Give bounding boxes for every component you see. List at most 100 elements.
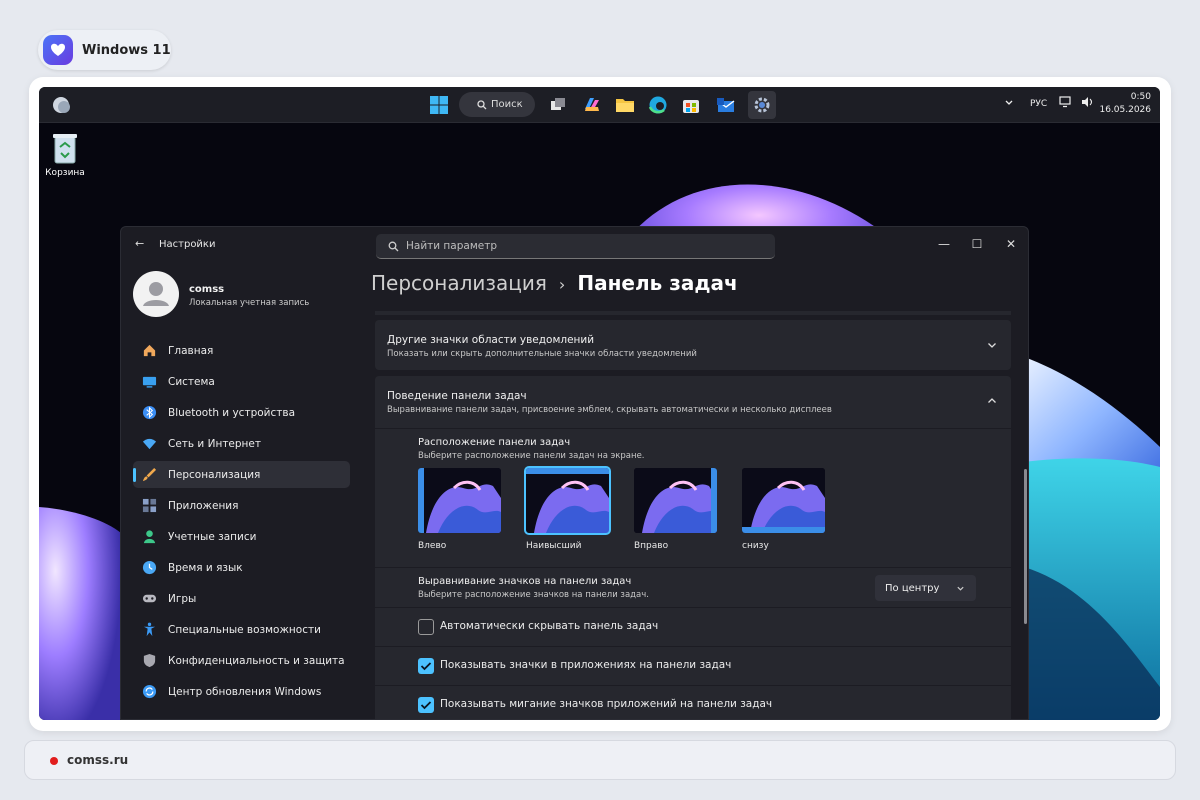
volume-icon[interactable] (1081, 96, 1095, 111)
taskbar-search[interactable]: Поиск (459, 92, 535, 117)
settings-search-placeholder: Найти параметр (406, 240, 497, 252)
checkmark-icon (420, 662, 432, 671)
chevron-up-icon[interactable] (987, 396, 997, 406)
weather-icon[interactable] (49, 93, 73, 117)
apps-icon (141, 498, 157, 514)
location-option-left[interactable] (418, 468, 501, 533)
sidebar-item-label: Центр обновления Windows (168, 685, 322, 698)
checkbox-3[interactable] (418, 697, 434, 713)
network-monitor-icon[interactable] (1059, 96, 1073, 111)
sidebar-item-label: Персонализация (168, 468, 261, 481)
edge-browser-icon[interactable] (646, 93, 670, 117)
clock-time: 0:50 (1130, 92, 1151, 102)
settings-gear-icon[interactable] (748, 91, 776, 119)
sidebar-item-label: Приложения (168, 499, 239, 512)
other-tray-icons-panel[interactable]: Другие значки области уведомлений Показа… (375, 320, 1011, 370)
update-icon (141, 684, 157, 700)
start-windows-icon[interactable] (427, 93, 451, 117)
recycle-bin-shortcut[interactable]: Корзина (45, 131, 85, 178)
divider (375, 685, 1011, 686)
desktop-screen: Поиск РУС 0:50 16.05.2026 Корзина ← Наст… (39, 87, 1160, 720)
accessibility-icon (141, 622, 157, 638)
alignment-value: По центру (885, 582, 940, 594)
recycle-bin-icon (53, 134, 77, 164)
status-dot (50, 757, 58, 765)
minimize-button[interactable]: — (931, 232, 957, 256)
location-option-top[interactable] (524, 466, 611, 535)
divider (375, 646, 1011, 647)
sidebar-item-label: Система (168, 375, 215, 388)
tray-chevron-up-icon[interactable] (1004, 97, 1014, 110)
settings-search-input[interactable]: Найти параметр (376, 234, 775, 259)
home-icon (141, 343, 157, 359)
sidebar-item-5[interactable]: Персонализация (133, 461, 350, 488)
file-explorer-icon[interactable] (613, 93, 637, 117)
sidebar-item-11[interactable]: Конфиденциальность и защита (133, 647, 350, 674)
location-option-bottom[interactable] (742, 468, 825, 533)
language-indicator[interactable]: РУС (1030, 99, 1047, 109)
gamepad-icon (141, 591, 157, 607)
close-button[interactable]: ✕ (998, 232, 1024, 256)
source-footer: comss.ru (24, 740, 1176, 780)
alignment-title: Выравнивание значков на панели задач (418, 576, 632, 587)
wifi-icon (141, 436, 157, 452)
checkbox-2[interactable] (418, 658, 434, 674)
location-option-label: снизу (742, 541, 769, 551)
other-tray-icons-title: Другие значки области уведомлений (387, 334, 595, 346)
sidebar-item-7[interactable]: Учетные записи (133, 523, 350, 550)
sidebar-item-8[interactable]: Время и язык (133, 554, 350, 581)
checkbox-label: Автоматически скрывать панель задач (440, 620, 659, 632)
sidebar-item-2[interactable]: Система (133, 368, 350, 395)
wallpaper-preview (634, 468, 717, 533)
sidebar-item-6[interactable]: Приложения (133, 492, 350, 519)
search-icon (388, 241, 399, 252)
sidebar-item-label: Учетные записи (168, 530, 257, 543)
user-name: comss (189, 284, 225, 295)
wallpaper-preview (742, 468, 825, 533)
window-title: Настройки (159, 239, 216, 250)
divider (375, 607, 1011, 608)
monitor-icon (141, 374, 157, 390)
breadcrumb-parent[interactable]: Персонализация (371, 271, 547, 295)
person-icon (141, 529, 157, 545)
mail-icon[interactable] (714, 93, 738, 117)
panel-edge (375, 311, 1011, 315)
sidebar-item-10[interactable]: Специальные возможности (133, 616, 350, 643)
app-badge: Windows 11 (38, 30, 171, 70)
checkbox-label: Показывать мигание значков приложений на… (440, 698, 773, 710)
location-option-right[interactable] (634, 468, 717, 533)
sidebar-item-label: Конфиденциальность и защита (168, 654, 345, 667)
alignment-dropdown[interactable]: По центру (875, 575, 976, 601)
location-option-label: Влево (418, 541, 447, 551)
bluetooth-icon (141, 405, 157, 421)
heart-logo-icon (43, 35, 73, 65)
search-icon (477, 100, 487, 110)
chevron-down-icon[interactable] (987, 340, 997, 350)
checkbox-label: Показывать значки в приложениях на панел… (440, 659, 732, 671)
sidebar-item-label: Сеть и Интернет (168, 437, 261, 450)
source-label: comss.ru (67, 753, 129, 767)
behavior-subtitle: Выравнивание панели задач, присвоение эм… (387, 405, 832, 415)
sidebar-item-label: Игры (168, 592, 197, 605)
wallpaper-preview (418, 468, 501, 533)
page-title: Панель задач (577, 271, 738, 295)
maximize-button[interactable]: ☐ (964, 232, 990, 256)
alignment-subtitle: Выберите расположение значков на панели … (418, 590, 649, 600)
task-view-icon[interactable] (546, 93, 570, 117)
back-arrow-icon[interactable]: ← (135, 237, 144, 250)
copilot-icon[interactable] (580, 93, 604, 117)
checkmark-icon (420, 701, 432, 710)
taskbar-search-label: Поиск (491, 99, 523, 110)
checkbox-1[interactable] (418, 619, 434, 635)
sidebar-item-12[interactable]: Центр обновления Windows (133, 678, 350, 705)
scrollbar[interactable] (1024, 469, 1027, 624)
sidebar-item-label: Bluetooth и устройства (168, 406, 295, 419)
sidebar-item-3[interactable]: Bluetooth и устройства (133, 399, 350, 426)
store-icon[interactable] (679, 93, 703, 117)
brush-icon (141, 467, 157, 483)
clock[interactable]: 0:50 16.05.2026 (1099, 91, 1151, 117)
sidebar-item-1[interactable]: Главная (133, 337, 350, 364)
divider (375, 428, 1011, 429)
sidebar-item-4[interactable]: Сеть и Интернет (133, 430, 350, 457)
sidebar-item-9[interactable]: Игры (133, 585, 350, 612)
